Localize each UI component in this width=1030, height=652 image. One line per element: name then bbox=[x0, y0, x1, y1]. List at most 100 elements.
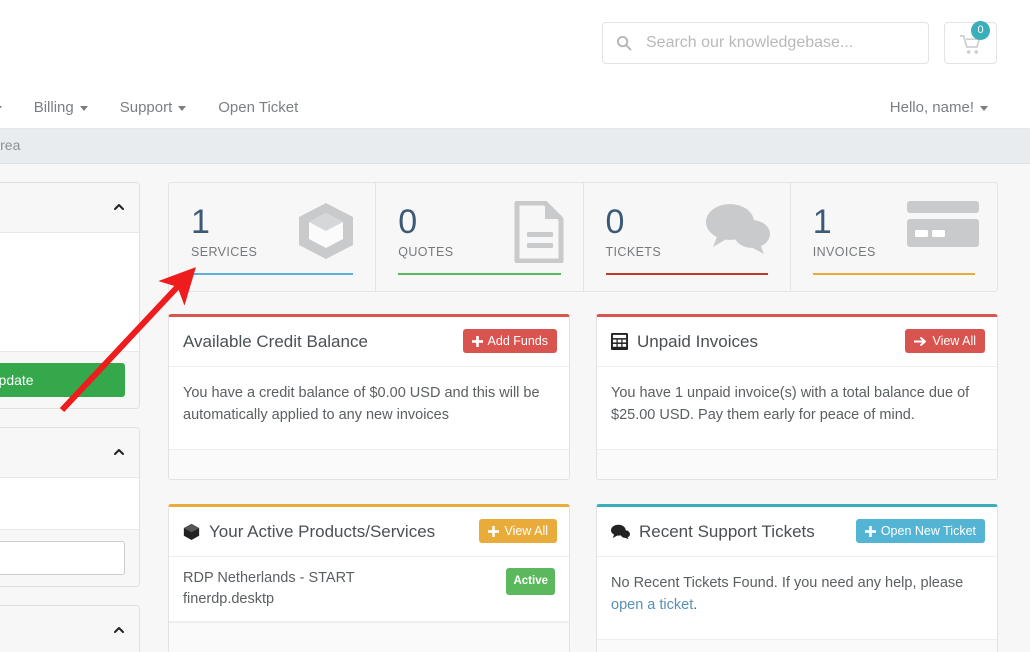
chevron-down-icon bbox=[0, 105, 2, 111]
panel-body: You have 1 unpaid invoice(s) with a tota… bbox=[611, 385, 970, 423]
stat-underline bbox=[605, 273, 768, 275]
panel-header: Available Credit Balance Add Funds bbox=[169, 317, 569, 367]
chevron-down-icon bbox=[980, 105, 988, 111]
nav-item-label: Support bbox=[119, 98, 173, 116]
nav-item-label: Open Ticket bbox=[218, 98, 299, 116]
sidebar-panel-body: me s bbox=[0, 233, 139, 351]
chevron-up-icon[interactable] bbox=[113, 446, 125, 458]
top-header: 0 bbox=[0, 0, 1030, 85]
document-icon bbox=[514, 201, 563, 263]
panel-credit-balance: Available Credit Balance Add Funds You h… bbox=[168, 314, 570, 480]
cart-count-badge: 0 bbox=[971, 21, 990, 40]
button-label: View All bbox=[504, 524, 548, 538]
stat-label: INVOICES bbox=[812, 245, 876, 259]
chat-bubbles-icon bbox=[611, 524, 630, 539]
panel-title-text: Unpaid Invoices bbox=[637, 331, 758, 351]
panel-footer bbox=[169, 622, 569, 652]
box-icon bbox=[299, 203, 354, 259]
right-column: Unpaid Invoices View All You have 1 unpa… bbox=[596, 314, 998, 652]
left-sidebar: me s Update ound w Contact... bbox=[0, 182, 140, 652]
update-button[interactable]: Update bbox=[0, 363, 125, 397]
panel-body: No Recent Tickets Found. If you need any… bbox=[597, 557, 997, 639]
panel-recent-tickets: Recent Support Tickets Open New Ticket N… bbox=[596, 504, 998, 652]
sidebar-panel-footer: Update bbox=[0, 351, 139, 408]
knowledgebase-search[interactable] bbox=[602, 22, 929, 64]
account-menu-trigger[interactable]: Hello, name! bbox=[874, 99, 988, 116]
add-funds-button[interactable]: Add Funds bbox=[462, 329, 557, 353]
open-a-ticket-link[interactable]: open a ticket bbox=[611, 597, 693, 613]
breadcrumb-bar: lient Area bbox=[0, 129, 1030, 164]
chevron-up-icon[interactable] bbox=[113, 201, 125, 213]
panel-body: You have a credit balance of $0.00 USD a… bbox=[183, 385, 540, 423]
nav-item-label: Billing bbox=[33, 98, 74, 116]
main-content: 1 SERVICES 0 QUOTES 0 TICKETS 1 INVOICES… bbox=[168, 182, 998, 652]
main-navigation: ices Billing Support Open Ticket Hello, … bbox=[0, 85, 1030, 129]
product-name: RDP Netherlands - START bbox=[183, 570, 355, 586]
invoice-table-icon bbox=[611, 333, 628, 350]
panel-header: Your Active Products/Services View All bbox=[169, 507, 569, 557]
search-input[interactable] bbox=[646, 28, 921, 58]
contact-select[interactable]: w Contact... bbox=[0, 541, 125, 575]
product-domain: finerdp.desktp bbox=[183, 591, 275, 607]
panel-footer bbox=[597, 639, 997, 652]
panel-active-products: Your Active Products/Services View All R… bbox=[168, 504, 570, 652]
tickets-empty-text: No Recent Tickets Found. If you need any… bbox=[611, 575, 964, 591]
credit-card-icon bbox=[907, 201, 979, 247]
button-label: View All bbox=[932, 334, 976, 348]
sidebar-panel-header[interactable] bbox=[0, 606, 139, 652]
sidebar-line: me bbox=[0, 247, 125, 276]
stats-row: 1 SERVICES 0 QUOTES 0 TICKETS 1 INVOICES bbox=[168, 182, 998, 292]
panel-title-text: Your Active Products/Services bbox=[209, 521, 436, 541]
panel-footer bbox=[169, 449, 569, 479]
cart-button[interactable]: 0 bbox=[944, 21, 997, 64]
plus-icon bbox=[864, 525, 876, 537]
stat-underline bbox=[191, 273, 354, 275]
view-all-invoices-button[interactable]: View All bbox=[905, 329, 985, 353]
tickets-empty-suffix: . bbox=[693, 597, 698, 613]
sidebar-panel-header[interactable] bbox=[0, 428, 139, 478]
nav-item-support[interactable]: Support bbox=[104, 99, 203, 116]
stat-card-services[interactable]: 1 SERVICES bbox=[169, 183, 377, 291]
panel-title: Your Active Products/Services bbox=[183, 522, 435, 542]
chevron-up-icon[interactable] bbox=[113, 624, 125, 636]
panel-footer bbox=[597, 449, 997, 479]
plus-icon bbox=[488, 525, 500, 537]
panel-unpaid-invoices: Unpaid Invoices View All You have 1 unpa… bbox=[596, 314, 998, 480]
status-badge: Active bbox=[506, 568, 555, 595]
chevron-down-icon bbox=[178, 105, 187, 111]
panel-header: Unpaid Invoices View All bbox=[597, 317, 997, 367]
sidebar-panel-account: me s Update bbox=[0, 182, 140, 409]
stat-underline bbox=[812, 273, 975, 275]
account-menu-label: Hello, name! bbox=[889, 98, 974, 116]
stat-card-invoices[interactable]: 1 INVOICES bbox=[791, 183, 997, 291]
sidebar-panel-body: ound bbox=[0, 478, 139, 529]
view-all-products-button[interactable]: View All bbox=[479, 519, 557, 543]
nav-items: ices Billing Support Open Ticket bbox=[0, 85, 314, 129]
button-label: Add Funds bbox=[487, 334, 548, 348]
button-label: Open New Ticket bbox=[880, 524, 976, 538]
sidebar-panel-contacts: ound w Contact... bbox=[0, 427, 140, 587]
sidebar-panel-header[interactable] bbox=[0, 183, 139, 233]
panel-title: Unpaid Invoices bbox=[611, 332, 758, 352]
breadcrumb: lient Area bbox=[0, 137, 21, 153]
arrow-right-icon bbox=[914, 336, 927, 346]
panel-title: Available Credit Balance bbox=[183, 331, 368, 351]
stat-card-quotes[interactable]: 0 QUOTES bbox=[376, 183, 584, 291]
sidebar-line: ound bbox=[0, 489, 125, 518]
chevron-down-icon bbox=[79, 105, 88, 111]
nav-item-billing[interactable]: Billing bbox=[18, 99, 104, 116]
nav-item-services[interactable]: ices bbox=[0, 99, 18, 116]
product-row[interactable]: RDP Netherlands - START finerdp.desktp A… bbox=[169, 557, 569, 622]
panel-title: Recent Support Tickets bbox=[611, 522, 815, 542]
left-column: Available Credit Balance Add Funds You h… bbox=[168, 314, 570, 652]
nav-item-open-ticket[interactable]: Open Ticket bbox=[202, 99, 314, 116]
sidebar-panel-footer: w Contact... bbox=[0, 529, 139, 586]
open-new-ticket-button[interactable]: Open New Ticket bbox=[855, 519, 985, 543]
account-menu[interactable]: Hello, name! bbox=[874, 85, 988, 129]
panel-grid: Available Credit Balance Add Funds You h… bbox=[168, 314, 998, 652]
stat-card-tickets[interactable]: 0 TICKETS bbox=[584, 183, 791, 291]
panel-title-text: Recent Support Tickets bbox=[639, 521, 815, 541]
box-icon bbox=[183, 523, 200, 540]
plus-icon bbox=[471, 335, 483, 347]
sidebar-panel-third bbox=[0, 605, 140, 652]
